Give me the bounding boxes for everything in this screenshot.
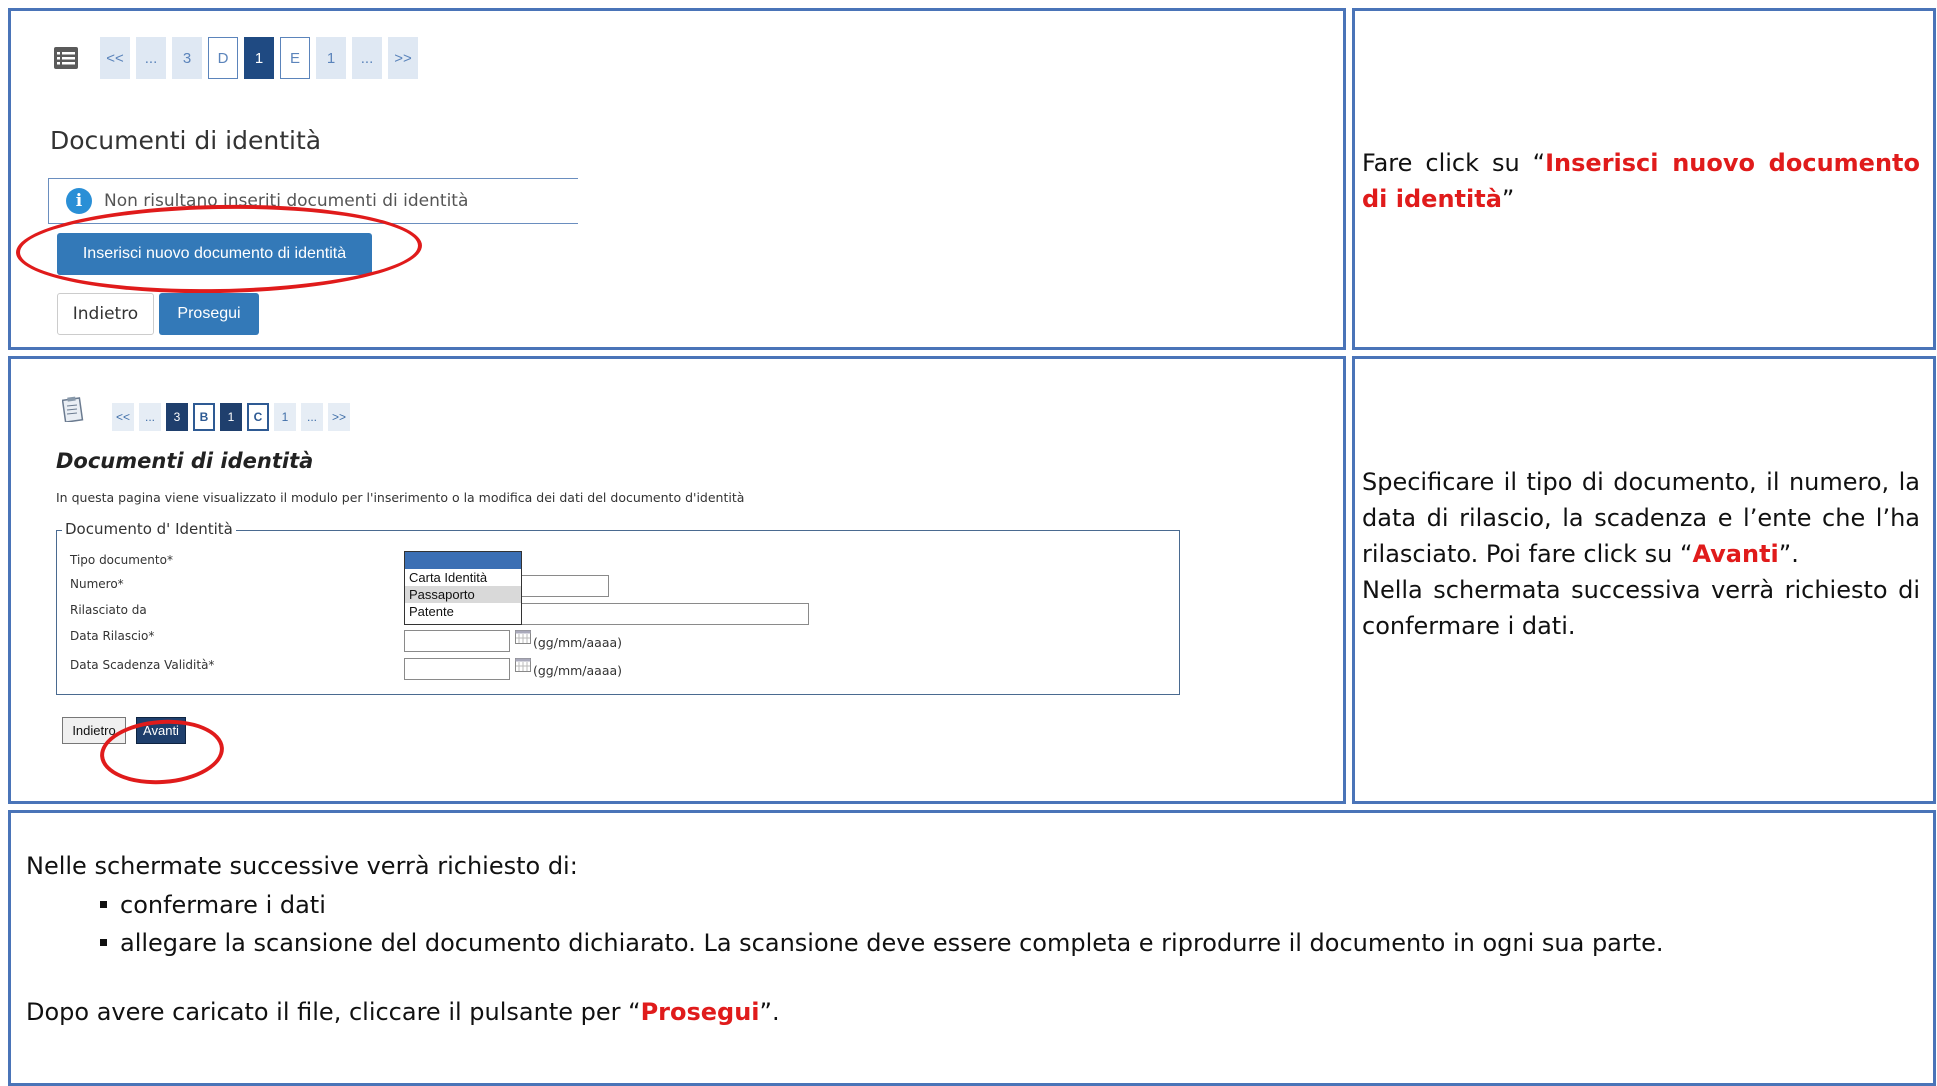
calendar-icon[interactable] xyxy=(515,658,531,672)
label-data-scadenza: Data Scadenza Validità* xyxy=(70,658,215,672)
pager-step[interactable]: B xyxy=(193,403,216,431)
pager-last[interactable]: >> xyxy=(388,37,418,79)
bottom-list: confermare i dati allegare la scansione … xyxy=(26,886,1906,962)
pager-step[interactable]: D xyxy=(208,37,238,79)
instruction-text: ”. xyxy=(759,998,780,1026)
pager-step[interactable]: C xyxy=(247,403,270,431)
instruction-text: ”. xyxy=(1778,540,1799,568)
clipboard-icon xyxy=(62,396,84,422)
pager-last[interactable]: >> xyxy=(328,403,351,431)
select-option[interactable]: Passaporto xyxy=(405,586,521,603)
add-document-button[interactable]: Inserisci nuovo documento di identità xyxy=(57,233,372,275)
instruction-text-2: Specificare il tipo di documento, il num… xyxy=(1362,464,1920,644)
pager-step[interactable]: E xyxy=(280,37,310,79)
pager-ellipsis[interactable]: ... xyxy=(136,37,166,79)
bottom-intro: Nelle schermate successive verrà richies… xyxy=(26,852,578,880)
instruction-text: Fare click su “ xyxy=(1362,149,1546,177)
instruction-text: Nella schermata successiva verrà richies… xyxy=(1362,576,1920,640)
wizard-pager: << ... 3 D 1 E 1 ... >> xyxy=(100,37,418,79)
date-format-hint: (gg/mm/aaaa) xyxy=(533,635,623,650)
tipo-documento-select[interactable]: Carta Identità Passaporto Patente xyxy=(404,551,522,625)
continue-button[interactable]: Prosegui xyxy=(159,293,259,335)
pager-step[interactable]: 3 xyxy=(166,403,189,431)
wizard-pager-old: << ... 3 B 1 C 1 ... >> xyxy=(112,403,351,431)
pager-current-step: 1 xyxy=(220,403,243,431)
fieldset-legend: Documento d' Identità xyxy=(62,520,236,538)
list-icon xyxy=(54,47,78,69)
bottom-instructions: Nelle schermate successive verrà richies… xyxy=(26,852,1906,1026)
select-option[interactable]: Carta Identità xyxy=(405,569,521,586)
select-option[interactable] xyxy=(405,552,521,569)
pager-current-step: 1 xyxy=(244,37,274,79)
back-button[interactable]: Indietro xyxy=(57,293,154,335)
list-item: allegare la scansione del documento dich… xyxy=(100,924,1906,962)
calendar-icon[interactable] xyxy=(515,630,531,644)
form-description: In questa pagina viene visualizzato il m… xyxy=(56,490,745,505)
list-item: confermare i dati xyxy=(100,886,1906,924)
pager-first[interactable]: << xyxy=(100,37,130,79)
pager-ellipsis[interactable]: ... xyxy=(352,37,382,79)
data-scadenza-input[interactable] xyxy=(404,658,510,680)
pager-step[interactable]: 3 xyxy=(172,37,202,79)
bottom-final: Dopo avere caricato il file, cliccare il… xyxy=(26,998,1906,1026)
pager-ellipsis[interactable]: ... xyxy=(301,403,324,431)
form-title: Documenti di identità xyxy=(56,449,314,473)
instruction-text: Dopo avere caricato il file, cliccare il… xyxy=(26,998,641,1026)
pager-step[interactable]: 1 xyxy=(274,403,297,431)
instruction-highlight: Avanti xyxy=(1692,540,1779,568)
data-rilascio-input[interactable] xyxy=(404,630,510,652)
back-button[interactable]: Indietro xyxy=(62,717,126,744)
info-icon: i xyxy=(66,188,92,214)
info-message: i Non risultano inseriti documenti di id… xyxy=(48,178,578,224)
page-title: Documenti di identità xyxy=(50,126,322,155)
label-data-rilascio: Data Rilascio* xyxy=(70,629,155,643)
label-numero: Numero* xyxy=(70,577,124,591)
instruction-text-1: Fare click su “Inserisci nuovo documento… xyxy=(1362,145,1920,217)
instruction-text: ” xyxy=(1501,185,1515,213)
pager-first[interactable]: << xyxy=(112,403,135,431)
info-text: Non risultano inseriti documenti di iden… xyxy=(104,191,469,211)
instruction-text: Specificare il tipo di documento, il num… xyxy=(1362,468,1920,568)
instruction-highlight: Prosegui xyxy=(640,998,760,1026)
label-tipo-documento: Tipo documento* xyxy=(70,553,173,567)
next-button[interactable]: Avanti xyxy=(136,717,186,744)
pager-step[interactable]: 1 xyxy=(316,37,346,79)
select-option[interactable]: Patente xyxy=(405,603,521,620)
date-format-hint: (gg/mm/aaaa) xyxy=(533,663,623,678)
pager-ellipsis[interactable]: ... xyxy=(139,403,162,431)
label-rilasciato-da: Rilasciato da xyxy=(70,603,147,617)
